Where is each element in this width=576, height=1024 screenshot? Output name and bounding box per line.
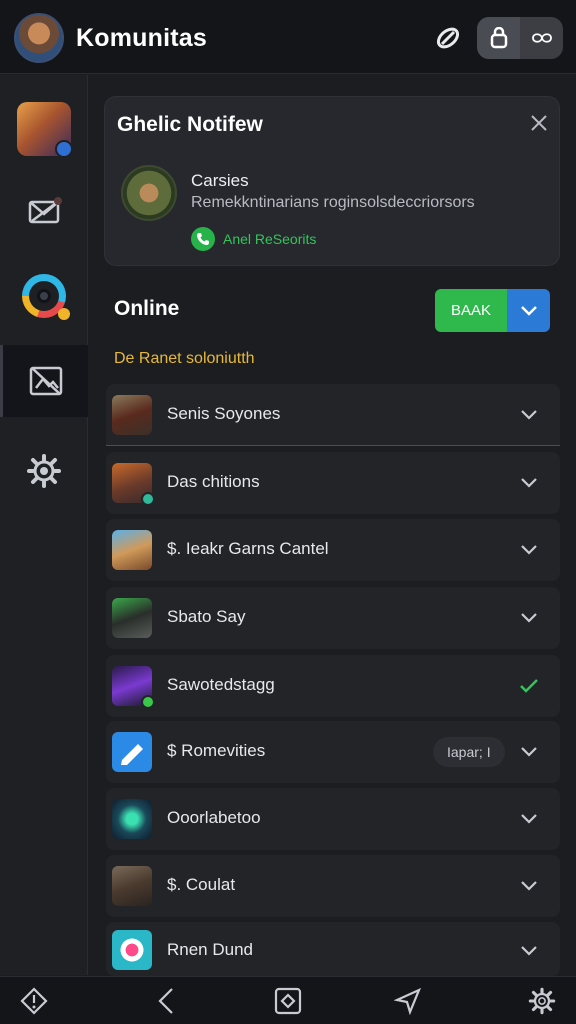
app-thumb-icon	[112, 732, 152, 772]
list-item-label: Ooorlabetoo	[167, 808, 261, 827]
list-item[interactable]: Rnen Dund	[106, 922, 560, 976]
mail-icon	[28, 197, 62, 224]
list-item[interactable]: Senis Soyones	[106, 384, 560, 446]
list-item[interactable]: $ Romevities Iapar; I	[106, 721, 560, 783]
notification-title: Ghelic Notifew	[117, 113, 263, 136]
page-title: Komunitas	[76, 24, 207, 52]
chevron-down-icon[interactable]	[516, 873, 542, 899]
chevron-down-icon[interactable]	[516, 605, 542, 631]
split-button: BAAK	[435, 289, 550, 332]
lock-icon[interactable]	[477, 17, 520, 59]
notification-sender: Carsies	[191, 171, 249, 190]
list-item-label: $. Ieakr Garns Cantel	[167, 539, 329, 558]
list-item-label: $. Coulat	[167, 875, 236, 894]
notification-card: Ghelic Notifew Carsies Remekkntinarians …	[104, 96, 560, 266]
list-item-label: Rnen Dund	[167, 940, 254, 959]
home-icon[interactable]	[270, 983, 306, 1019]
game-thumb-icon	[112, 395, 152, 435]
section-title: Online	[114, 297, 180, 320]
sidebar-item-game[interactable]	[0, 93, 88, 165]
sidebar-item-settings[interactable]	[0, 435, 88, 507]
game-thumb-icon	[112, 666, 155, 709]
list-item-label: Das chitions	[167, 472, 260, 491]
ring-icon	[22, 274, 70, 320]
game-thumb-icon	[112, 463, 155, 506]
list-item[interactable]: Das chitions	[106, 452, 560, 514]
avatar[interactable]	[14, 13, 64, 63]
sidebar-item-mail[interactable]	[0, 175, 88, 247]
badge-icon	[55, 140, 73, 158]
game-thumb-icon	[112, 598, 152, 638]
infinity-icon[interactable]	[520, 17, 563, 59]
notification-description: Remekkntinarians roginsolsdeccriorsors	[191, 194, 475, 211]
section-subheading: De Ranet soloniutth	[114, 350, 255, 367]
back-icon[interactable]	[148, 983, 184, 1019]
game-thumb-icon	[112, 799, 152, 839]
chevron-down-icon[interactable]	[516, 402, 542, 428]
bottom-nav	[0, 976, 576, 1024]
avatar	[121, 165, 177, 221]
image-off-icon	[29, 366, 62, 396]
notification-status[interactable]: Anel ReSeorits	[223, 231, 316, 247]
close-icon[interactable]	[525, 109, 553, 137]
list-item-label: Sbato Say	[167, 607, 246, 626]
sidebar	[0, 75, 88, 975]
gear-icon	[27, 454, 61, 488]
chevron-down-icon[interactable]	[516, 806, 542, 832]
list-item[interactable]: $. Coulat	[106, 855, 560, 917]
chevron-down-icon[interactable]	[516, 739, 542, 765]
chevron-down-icon[interactable]	[516, 537, 542, 563]
primary-action-button[interactable]: BAAK	[435, 289, 507, 332]
app-thumb-icon	[112, 930, 152, 970]
list-item-label: Sawotedstagg	[167, 675, 275, 694]
check-icon[interactable]	[516, 673, 542, 699]
chevron-down-icon[interactable]	[507, 289, 550, 332]
header-toggle-group	[477, 17, 563, 59]
app-header: Komunitas	[0, 0, 576, 74]
sidebar-item-stats[interactable]	[0, 260, 88, 332]
list-item[interactable]: Sbato Say	[106, 587, 560, 649]
alert-icon[interactable]	[16, 983, 52, 1019]
game-thumb-icon	[112, 530, 152, 570]
status-badge: Iapar; I	[433, 737, 505, 767]
link-icon[interactable]	[432, 22, 464, 54]
game-thumb-icon	[112, 866, 152, 906]
phone-icon[interactable]	[191, 227, 215, 251]
chevron-down-icon[interactable]	[516, 938, 542, 964]
gear-icon[interactable]	[524, 983, 560, 1019]
game-thumb-icon	[17, 102, 73, 158]
list-item-label: $ Romevities	[167, 741, 266, 760]
chevron-down-icon[interactable]	[516, 470, 542, 496]
list-item[interactable]: Sawotedstagg	[106, 655, 560, 717]
list-item[interactable]: $. Ieakr Garns Cantel	[106, 519, 560, 581]
sidebar-item-media[interactable]	[0, 345, 88, 417]
list-item-label: Senis Soyones	[167, 404, 281, 423]
list-item[interactable]: Ooorlabetoo	[106, 788, 560, 850]
send-icon[interactable]	[390, 983, 426, 1019]
